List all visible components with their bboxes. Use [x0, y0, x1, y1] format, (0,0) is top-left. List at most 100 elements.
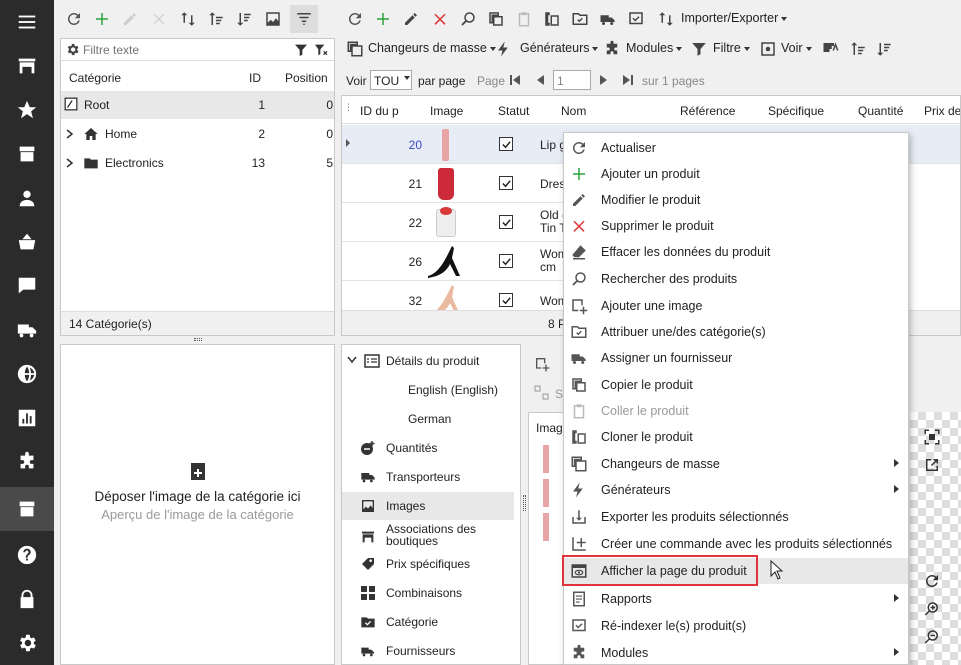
- delete-product-icon[interactable]: [430, 9, 450, 29]
- add-category-icon[interactable]: [92, 9, 112, 29]
- filter-menu[interactable]: Filtre: [713, 41, 750, 55]
- rotate-icon[interactable]: [923, 572, 941, 590]
- first-page-icon[interactable]: [509, 74, 521, 86]
- modules-menu[interactable]: Modules: [626, 41, 683, 55]
- menu-item-generators[interactable]: Générateurs: [564, 477, 908, 503]
- menu-item-modules[interactable]: Modules: [564, 640, 908, 665]
- status-checkbox[interactable]: [499, 176, 513, 190]
- details-item-images[interactable]: Images: [342, 492, 514, 520]
- details-item-quantities[interactable]: Quantités: [342, 434, 522, 462]
- move-down-icon[interactable]: [874, 39, 894, 59]
- view-menu[interactable]: Voir: [781, 41, 812, 55]
- details-item-specific-prices[interactable]: Prix spécifiques: [342, 550, 522, 578]
- chevron-right-icon[interactable]: [66, 158, 74, 168]
- search-icon[interactable]: [458, 9, 478, 29]
- filter-apply-icon[interactable]: [293, 42, 309, 58]
- refresh-icon[interactable]: [64, 9, 84, 29]
- refresh-icon[interactable]: [345, 9, 365, 29]
- tree-row-home[interactable]: Home 2 0: [61, 120, 334, 148]
- menu-item-search[interactable]: Rechercher des produits: [564, 266, 908, 292]
- user-icon[interactable]: [0, 176, 54, 220]
- details-item-carriers[interactable]: Transporteurs: [342, 463, 522, 491]
- clone-icon[interactable]: [542, 9, 562, 29]
- menu-item-reindex[interactable]: Ré-indexer le(s) produit(s): [564, 613, 908, 639]
- menu-item-export-selected[interactable]: Exporter les produits sélectionnés: [564, 504, 908, 530]
- details-item-german[interactable]: German: [342, 405, 522, 433]
- category-col-header[interactable]: Catégorie: [69, 71, 121, 85]
- settings-icon[interactable]: [65, 42, 80, 57]
- details-item-combinations[interactable]: Combinaisons: [342, 579, 522, 607]
- menu-item-add-product[interactable]: Ajouter un produit: [564, 161, 908, 187]
- menu-item-delete-product[interactable]: Supprimer le produit: [564, 213, 908, 239]
- menu-item-copy-product[interactable]: Copier le produit: [564, 372, 908, 398]
- splitter-handle[interactable]: [523, 495, 526, 511]
- menu-item-edit-product[interactable]: Modifier le produit: [564, 187, 908, 213]
- copy-icon[interactable]: [486, 9, 506, 29]
- menu-item-create-order[interactable]: Créer une commande avec les produits sél…: [564, 531, 908, 557]
- col-header-specific[interactable]: Spécifique: [768, 104, 824, 118]
- add-image-icon[interactable]: [534, 356, 550, 372]
- category-assign-icon[interactable]: [570, 9, 590, 29]
- image-icon[interactable]: [263, 9, 283, 29]
- status-checkbox[interactable]: [499, 137, 513, 151]
- reindex-icon[interactable]: [626, 9, 646, 29]
- id-col-header[interactable]: ID: [249, 71, 261, 85]
- menu-item-add-image[interactable]: Ajouter une image: [564, 293, 908, 319]
- open-external-icon[interactable]: [923, 456, 941, 474]
- status-checkbox[interactable]: [499, 293, 513, 307]
- fit-screen-icon[interactable]: [923, 428, 941, 446]
- menu-icon[interactable]: [0, 0, 54, 44]
- position-col-header[interactable]: Position: [285, 71, 328, 85]
- last-page-icon[interactable]: [622, 74, 634, 86]
- splitter-handle[interactable]: [194, 338, 202, 341]
- supplier-icon[interactable]: [598, 9, 618, 29]
- edit-product-icon[interactable]: [401, 9, 421, 29]
- store-icon[interactable]: [0, 44, 54, 88]
- filter-clear-icon[interactable]: [313, 42, 329, 58]
- col-header-status[interactable]: Statut: [498, 104, 529, 118]
- details-item-product[interactable]: Détails du produit: [342, 347, 522, 375]
- chevron-down-icon[interactable]: [347, 356, 357, 364]
- menu-item-assign-category[interactable]: Attribuer une/des catégorie(s): [564, 319, 908, 345]
- help-icon[interactable]: [0, 533, 54, 577]
- prev-page-icon[interactable]: [534, 74, 546, 86]
- add-product-icon[interactable]: [373, 9, 393, 29]
- puzzle-icon[interactable]: [0, 440, 54, 484]
- sort-icon[interactable]: [178, 9, 198, 29]
- menu-item-clear-data[interactable]: Effacer les données du produit: [564, 239, 908, 265]
- star-icon[interactable]: [0, 88, 54, 132]
- catalog-icon[interactable]: [0, 487, 54, 531]
- sort-alpha-icon[interactable]: [821, 39, 841, 59]
- move-up-icon[interactable]: [848, 39, 868, 59]
- tree-row-root[interactable]: Root 1 0: [61, 91, 334, 119]
- details-item-english[interactable]: English (English): [342, 376, 522, 404]
- box-icon[interactable]: [0, 132, 54, 176]
- truck-icon[interactable]: [0, 308, 54, 352]
- chat-icon[interactable]: [0, 264, 54, 308]
- col-header-price[interactable]: Prix de: [924, 104, 960, 118]
- details-item-category[interactable]: Catégorie: [342, 608, 522, 636]
- move-down-icon[interactable]: [234, 9, 254, 29]
- col-header-name[interactable]: Nom: [561, 104, 586, 118]
- lock-icon[interactable]: [0, 577, 54, 621]
- globe-icon[interactable]: [0, 352, 54, 396]
- col-header-id[interactable]: ID du p: [360, 104, 399, 118]
- col-header-reference[interactable]: Référence: [680, 104, 735, 118]
- menu-item-assign-supplier[interactable]: Assigner un fournisseur: [564, 345, 908, 371]
- page-input[interactable]: 1: [553, 70, 591, 90]
- details-item-shop-associations[interactable]: Associations des boutiques: [342, 521, 522, 549]
- filter-icon[interactable]: [294, 9, 314, 29]
- import-export-icon[interactable]: [656, 9, 676, 29]
- status-checkbox[interactable]: [499, 215, 513, 229]
- details-item-suppliers[interactable]: Fournisseurs: [342, 637, 522, 665]
- chevron-right-icon[interactable]: [66, 129, 74, 139]
- gear-icon[interactable]: [0, 621, 54, 665]
- generators-menu[interactable]: Générateurs: [520, 41, 599, 55]
- mass-changers-menu[interactable]: Changeurs de masse: [368, 41, 496, 55]
- reorder-icon[interactable]: [534, 385, 550, 401]
- col-header-image[interactable]: Image: [430, 104, 463, 118]
- menu-item-refresh[interactable]: Actualiser: [564, 135, 908, 161]
- menu-item-mass-changers[interactable]: Changeurs de masse: [564, 451, 908, 477]
- status-checkbox[interactable]: [499, 254, 513, 268]
- menu-item-reports[interactable]: Rapports: [564, 586, 908, 612]
